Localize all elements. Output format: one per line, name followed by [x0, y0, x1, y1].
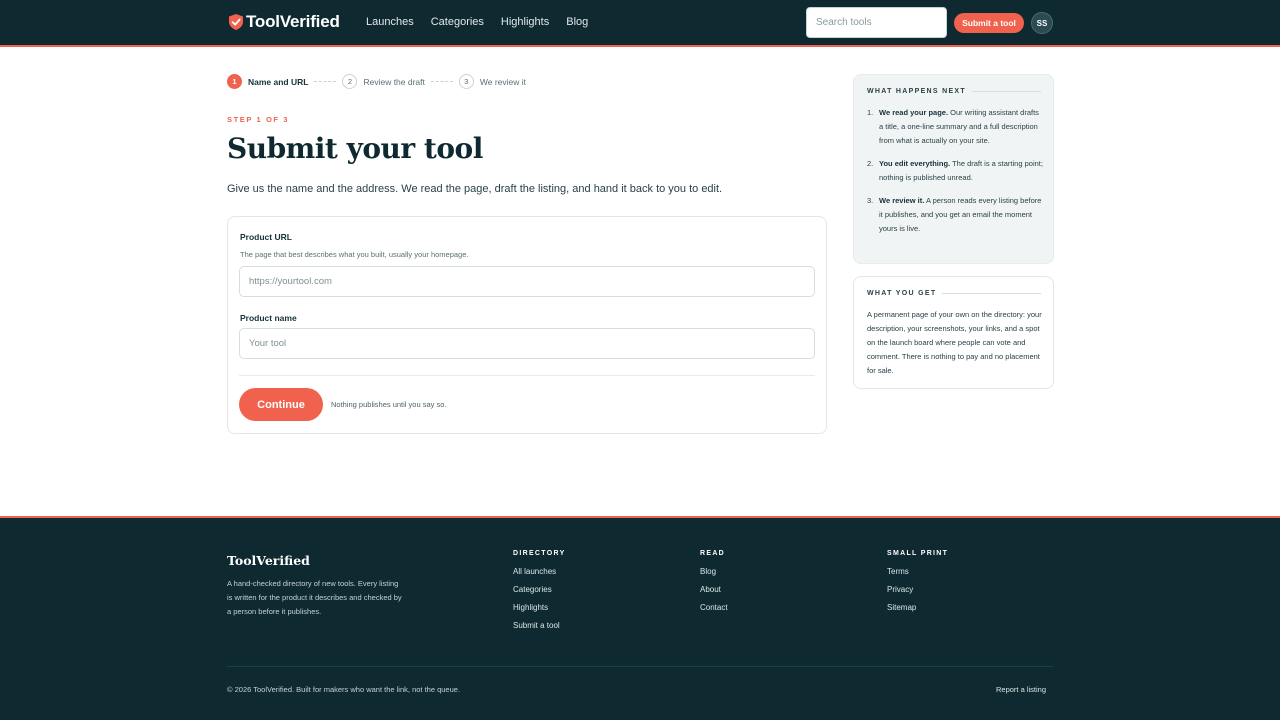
step-label: Review the draft	[363, 76, 425, 87]
step-separator	[314, 81, 337, 82]
footer-column-title: DIRECTORY	[513, 550, 566, 557]
footer-link-terms[interactable]: Terms	[887, 567, 948, 576]
panel-title: WHAT HAPPENS NEXT	[867, 88, 966, 95]
step-number: 3	[458, 74, 474, 89]
footer-brand[interactable]: ToolVerified	[227, 553, 310, 568]
step-number: 2	[342, 74, 358, 89]
search-input[interactable]	[806, 7, 947, 38]
footer-link-all-launches[interactable]: All launches	[513, 567, 566, 576]
nav-link-launches[interactable]: Launches	[366, 16, 414, 28]
brand-name: ToolVerified	[246, 12, 340, 31]
step-separator	[430, 81, 453, 82]
step-eyebrow: STEP 1 OF 3	[227, 115, 290, 124]
panel-body: A permanent page of your own on the dire…	[867, 310, 1042, 375]
submit-tool-button[interactable]: Submit a tool	[954, 13, 1024, 33]
report-listing-link[interactable]: Report a listing	[996, 685, 1046, 694]
product-url-label: Product URL	[240, 232, 292, 242]
list-item-number: 2.	[867, 159, 874, 168]
product-name-input[interactable]	[239, 328, 815, 359]
top-nav: ToolVerified Launches Categories Highlig…	[0, 0, 1280, 45]
list-item: 3. We review it. A person reads every li…	[867, 194, 1043, 236]
list-item: 1. We read your page. Our writing assist…	[867, 106, 1043, 148]
step-2: 2 Review the draft	[342, 74, 425, 89]
footer-link-highlights[interactable]: Highlights	[513, 603, 566, 612]
panel-title: WHAT YOU GET	[867, 290, 937, 297]
next-steps-list: 1. We read your page. Our writing assist…	[867, 106, 1043, 245]
footer-column-title: SMALL PRINT	[887, 550, 949, 557]
footer-divider	[227, 666, 1053, 667]
brand-logo[interactable]: ToolVerified	[229, 12, 340, 32]
footer-column-read: READ Blog About Contact	[700, 550, 728, 621]
shield-check-icon	[229, 14, 243, 30]
continue-button[interactable]: Continue	[239, 388, 323, 421]
step-3: 3 We review it	[458, 74, 527, 89]
form-divider	[239, 375, 815, 376]
panel-rule	[942, 293, 1041, 294]
footer-blurb: A hand-checked directory of new tools. E…	[227, 579, 402, 616]
step-number: 1	[227, 74, 242, 89]
nav-link-blog[interactable]: Blog	[566, 16, 588, 28]
footer-link-sitemap[interactable]: Sitemap	[887, 603, 948, 612]
nav-link-highlights[interactable]: Highlights	[501, 16, 549, 28]
product-name-label: Product name	[240, 313, 297, 323]
copyright: © 2026 ToolVerified. Built for makers wh…	[227, 685, 461, 694]
product-url-help: The page that best describes what you bu…	[240, 250, 469, 259]
footer-column-directory: DIRECTORY All launches Categories Highli…	[513, 550, 566, 639]
avatar[interactable]: SS	[1031, 12, 1053, 34]
footer-link-categories[interactable]: Categories	[513, 585, 566, 594]
site-footer: ToolVerified A hand-checked directory of…	[0, 518, 1280, 720]
page-lede: Give us the name and the address. We rea…	[227, 183, 723, 195]
submit-form-card: Product URL The page that best describes…	[227, 216, 827, 434]
list-item-text: You edit everything. The draft is a star…	[879, 157, 1043, 185]
panel-rule	[971, 91, 1041, 92]
nav-link-categories[interactable]: Categories	[431, 16, 484, 28]
panel-header: WHAT YOU GET	[867, 290, 1041, 297]
list-item-bold: We review it.	[879, 196, 925, 205]
step-label: Name and URL	[248, 76, 309, 87]
footer-link-submit-tool[interactable]: Submit a tool	[513, 621, 566, 630]
list-item-number: 3.	[867, 196, 874, 205]
nav-accent-line	[0, 45, 1280, 47]
product-url-input[interactable]	[239, 266, 815, 297]
footer-link-blog[interactable]: Blog	[700, 567, 728, 576]
list-item-text: We review it. A person reads every listi…	[879, 194, 1043, 236]
list-item-bold: You edit everything.	[879, 159, 951, 168]
list-item: 2. You edit everything. The draft is a s…	[867, 157, 1043, 185]
step-1: 1 Name and URL	[227, 74, 308, 89]
footer-column-small-print: SMALL PRINT Terms Privacy Sitemap	[887, 550, 948, 621]
what-you-get-panel: WHAT YOU GET A permanent page of your ow…	[853, 276, 1054, 389]
footer-link-about[interactable]: About	[700, 585, 728, 594]
list-item-number: 1.	[867, 108, 874, 117]
page-title: Submit your tool	[227, 132, 483, 165]
what-happens-next-panel: WHAT HAPPENS NEXT 1. We read your page. …	[853, 74, 1054, 264]
footer-link-contact[interactable]: Contact	[700, 603, 728, 612]
stepper: 1 Name and URL 2 Review the draft 3 We r…	[227, 74, 526, 89]
nav-links: Launches Categories Highlights Blog	[366, 16, 605, 28]
list-item-text: We read your page. Our writing assistant…	[879, 106, 1043, 148]
footer-link-privacy[interactable]: Privacy	[887, 585, 948, 594]
step-label: We review it	[479, 76, 527, 87]
panel-header: WHAT HAPPENS NEXT	[867, 88, 1041, 95]
list-item-bold: We read your page.	[879, 108, 949, 117]
footer-column-title: READ	[700, 550, 726, 557]
publish-note: Nothing publishes until you say so.	[331, 400, 447, 409]
